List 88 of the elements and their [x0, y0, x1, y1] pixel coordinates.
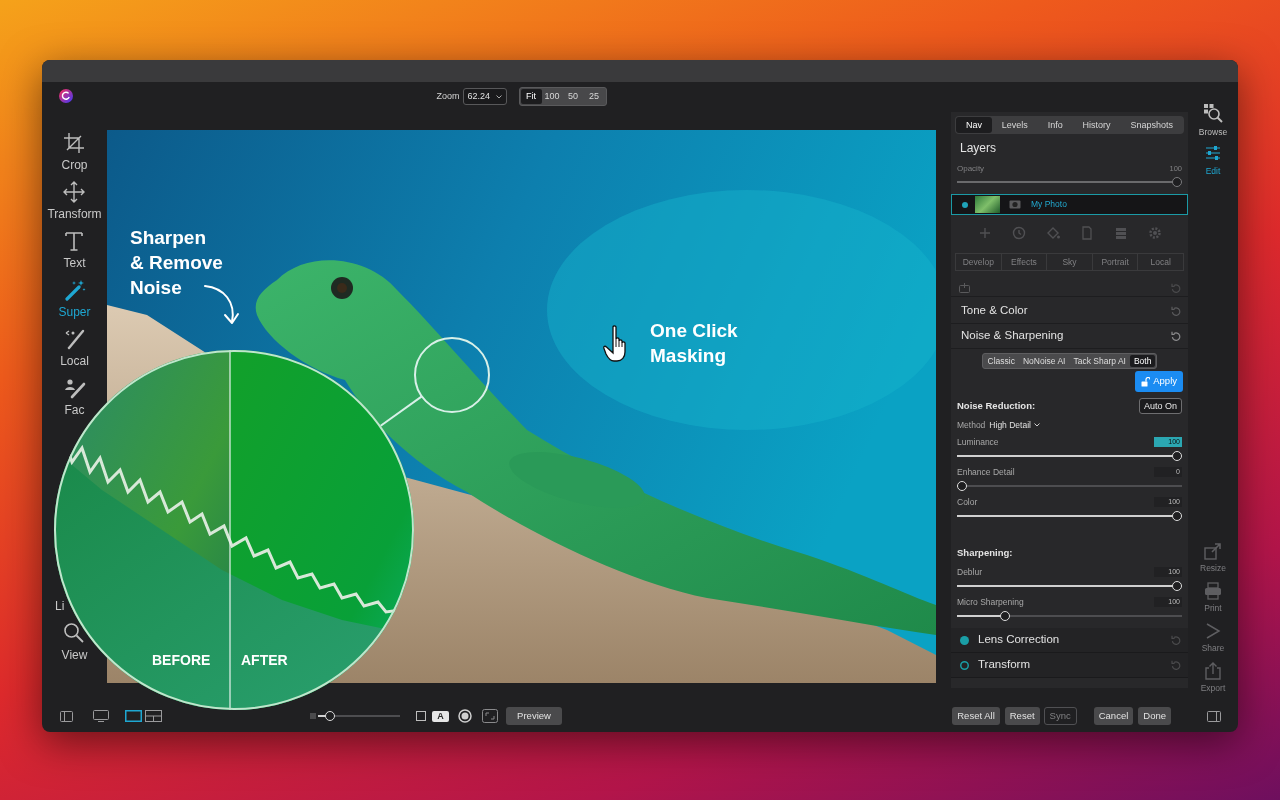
- layer-row[interactable]: My Photo: [951, 194, 1188, 215]
- section-title[interactable]: Tone & Color: [961, 302, 1028, 320]
- compare-label: AFTER: [241, 652, 288, 668]
- mask-icon: [1009, 200, 1021, 209]
- nav-button[interactable]: Edit: [1205, 145, 1221, 176]
- tool-button[interactable]: Super: [58, 279, 91, 319]
- monitor-icon[interactable]: [93, 710, 109, 722]
- tool-button[interactable]: Local: [60, 328, 89, 368]
- panel-tab[interactable]: Levels: [991, 117, 1038, 133]
- sliders-icon: [1205, 145, 1221, 161]
- section-label: Noise Reduction:: [957, 398, 1036, 413]
- dot-icon: [962, 201, 968, 208]
- callout-text: One Click Masking: [650, 319, 738, 368]
- status-dot-icon[interactable]: [960, 635, 969, 645]
- circle-icon[interactable]: [458, 709, 472, 723]
- chevron-down-icon: [1033, 423, 1040, 427]
- section-label: Sharpening:: [956, 546, 1014, 560]
- nav-button[interactable]: Browse: [1198, 103, 1228, 137]
- panel-tab[interactable]: Info: [1037, 117, 1073, 133]
- square-icon[interactable]: [416, 711, 426, 721]
- app-logo-icon[interactable]: [59, 89, 73, 103]
- frame-corners-icon[interactable]: [482, 709, 498, 723]
- layer-thumbnail: [975, 196, 1000, 213]
- section-title[interactable]: Noise & Sharpening: [961, 327, 1064, 345]
- move-arrows-icon: [63, 181, 86, 203]
- slider-label: Micro Sharpening: [957, 595, 1024, 609]
- slider-label: Color: [957, 495, 978, 509]
- compare-label: BEFORE: [152, 652, 211, 668]
- panel-heading: Layers: [959, 140, 998, 157]
- magic-wand-icon: [63, 279, 86, 301]
- zoom-dropdown[interactable]: 62.24: [462, 88, 507, 105]
- action-button[interactable]: Reset All: [952, 707, 1000, 725]
- slider-label: Enhance Detail: [957, 465, 1015, 479]
- mode-option[interactable]: Classic: [983, 355, 1019, 367]
- panel-tab[interactable]: Nav: [956, 117, 992, 133]
- crop-icon: [63, 132, 86, 154]
- opacity-label: Opacity: [957, 163, 985, 175]
- share-icon: [1204, 622, 1222, 640]
- mode-option[interactable]: NoNoise AI: [1018, 355, 1070, 367]
- small-square-icon: [310, 713, 316, 719]
- status-dot-icon[interactable]: [960, 660, 969, 670]
- curved-arrow-icon: [204, 285, 239, 324]
- export-icon: [1204, 662, 1222, 680]
- panel-tab[interactable]: History: [1072, 117, 1121, 133]
- panel-toggle-icon[interactable]: [60, 710, 73, 722]
- undo-icon[interactable]: [1171, 331, 1181, 341]
- unlock-icon: [1141, 376, 1151, 387]
- preview-button[interactable]: Preview: [506, 707, 562, 725]
- zoom-preset-button[interactable]: 100: [541, 89, 563, 104]
- tool-button[interactable]: Transform: [47, 181, 102, 221]
- tool-button[interactable]: Fac: [63, 377, 86, 417]
- hand-cursor-icon: [603, 325, 626, 362]
- action-button[interactable]: Done: [1138, 707, 1171, 725]
- zoom-preset-button[interactable]: 25: [583, 89, 605, 104]
- resize-icon: [1204, 542, 1222, 560]
- printer-icon: [1204, 582, 1222, 600]
- tool-button[interactable]: Text: [63, 230, 86, 270]
- text-icon: [63, 230, 86, 252]
- chevron-down-icon: [495, 94, 502, 99]
- mode-option[interactable]: Both: [1129, 355, 1156, 367]
- layer-name: My Photo: [1031, 198, 1067, 211]
- mode-option[interactable]: Tack Sharp AI: [1069, 355, 1130, 367]
- panel-tab[interactable]: Snapshots: [1120, 117, 1183, 133]
- action-button[interactable]: Reset: [1004, 707, 1040, 725]
- magnifier-icon: [63, 622, 86, 644]
- section-title[interactable]: Transform: [978, 656, 1030, 674]
- panel-toggle-icon[interactable]: [1207, 710, 1221, 722]
- method-dropdown[interactable]: High Detail: [989, 418, 1040, 432]
- brush-icon: [63, 328, 86, 350]
- tool-button[interactable]: Crop: [61, 132, 88, 172]
- zoom-label: Zoom: [436, 89, 460, 103]
- person-brush-icon: [63, 377, 86, 399]
- tool-button[interactable]: Li: [55, 599, 65, 613]
- action-button[interactable]: Cancel: [1093, 707, 1134, 725]
- zoom-preset-button[interactable]: Fit: [520, 89, 542, 104]
- leader-line: [379, 395, 423, 427]
- slider-label: Luminance: [957, 435, 999, 449]
- split-view-icon[interactable]: [145, 710, 162, 722]
- single-view-icon[interactable]: [125, 710, 142, 722]
- method-label: Method: [957, 418, 986, 432]
- callout-text: Sharpen & Remove Noise: [130, 226, 223, 300]
- slider-label: Deblur: [957, 565, 983, 579]
- zoom-preset-button[interactable]: 50: [562, 89, 584, 104]
- section-title[interactable]: Lens Correction: [978, 631, 1060, 649]
- text-overlay-toggle[interactable]: A: [432, 710, 449, 722]
- tool-button[interactable]: View: [61, 622, 88, 662]
- auto-on-button[interactable]: Auto On: [1138, 398, 1182, 414]
- grid-search-icon: [1203, 103, 1223, 123]
